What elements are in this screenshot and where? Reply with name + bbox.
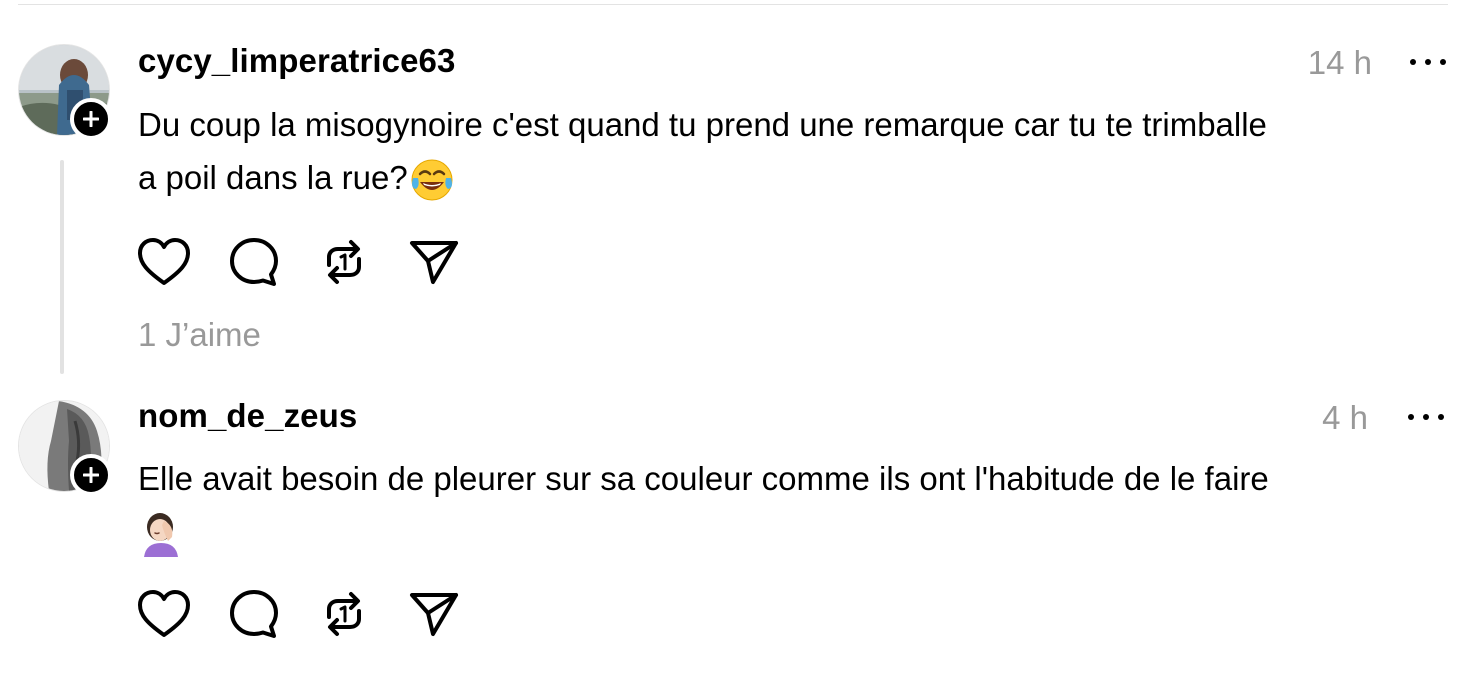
likes-count[interactable]: 1 J’aime [138, 316, 261, 354]
heart-icon [138, 238, 190, 285]
post-text: Du coup la misogynoire c'est quand tu pr… [138, 98, 1448, 204]
heart-icon [138, 590, 190, 637]
share-button[interactable] [406, 236, 462, 288]
woman-facepalming-emoji [138, 511, 184, 558]
post-timestamp[interactable]: 14 h [1308, 44, 1372, 82]
post-text-line: a poil dans la rue? [138, 159, 408, 196]
repost-button[interactable] [316, 236, 372, 288]
plus-icon [83, 111, 99, 127]
avatar-container [18, 400, 112, 496]
send-icon [410, 593, 458, 636]
avatar-container [18, 44, 112, 140]
share-button[interactable] [406, 588, 462, 640]
send-icon [410, 241, 458, 284]
post-timestamp[interactable]: 4 h [1322, 399, 1368, 437]
repost-button[interactable] [316, 588, 372, 640]
follow-button[interactable] [70, 98, 112, 140]
post-actions [136, 236, 496, 288]
repost-icon [327, 240, 361, 284]
repost-icon [327, 592, 361, 636]
username-link[interactable]: cycy_limperatrice63 [138, 42, 455, 80]
post-text-line: Du coup la misogynoire c'est quand tu pr… [138, 106, 1267, 143]
more-horizontal-icon[interactable] [1410, 52, 1446, 72]
reply-button[interactable] [226, 236, 282, 288]
more-horizontal-icon[interactable] [1408, 407, 1444, 427]
post-text-line: Elle avait besoin de pleurer sur sa coul… [138, 460, 1269, 497]
thread-connector-line [60, 160, 64, 374]
comment-bubble-icon [230, 590, 278, 638]
plus-icon [83, 467, 99, 483]
top-divider [18, 4, 1448, 5]
face-with-tears-of-joy-emoji [410, 158, 454, 202]
username-link[interactable]: nom_de_zeus [138, 397, 357, 435]
reply-button[interactable] [226, 588, 282, 640]
post-text: Elle avait besoin de pleurer sur sa coul… [138, 452, 1448, 558]
post-actions [136, 588, 496, 640]
follow-button[interactable] [70, 454, 112, 496]
like-button[interactable] [136, 588, 192, 640]
like-button[interactable] [136, 236, 192, 288]
comment-bubble-icon [230, 238, 278, 286]
